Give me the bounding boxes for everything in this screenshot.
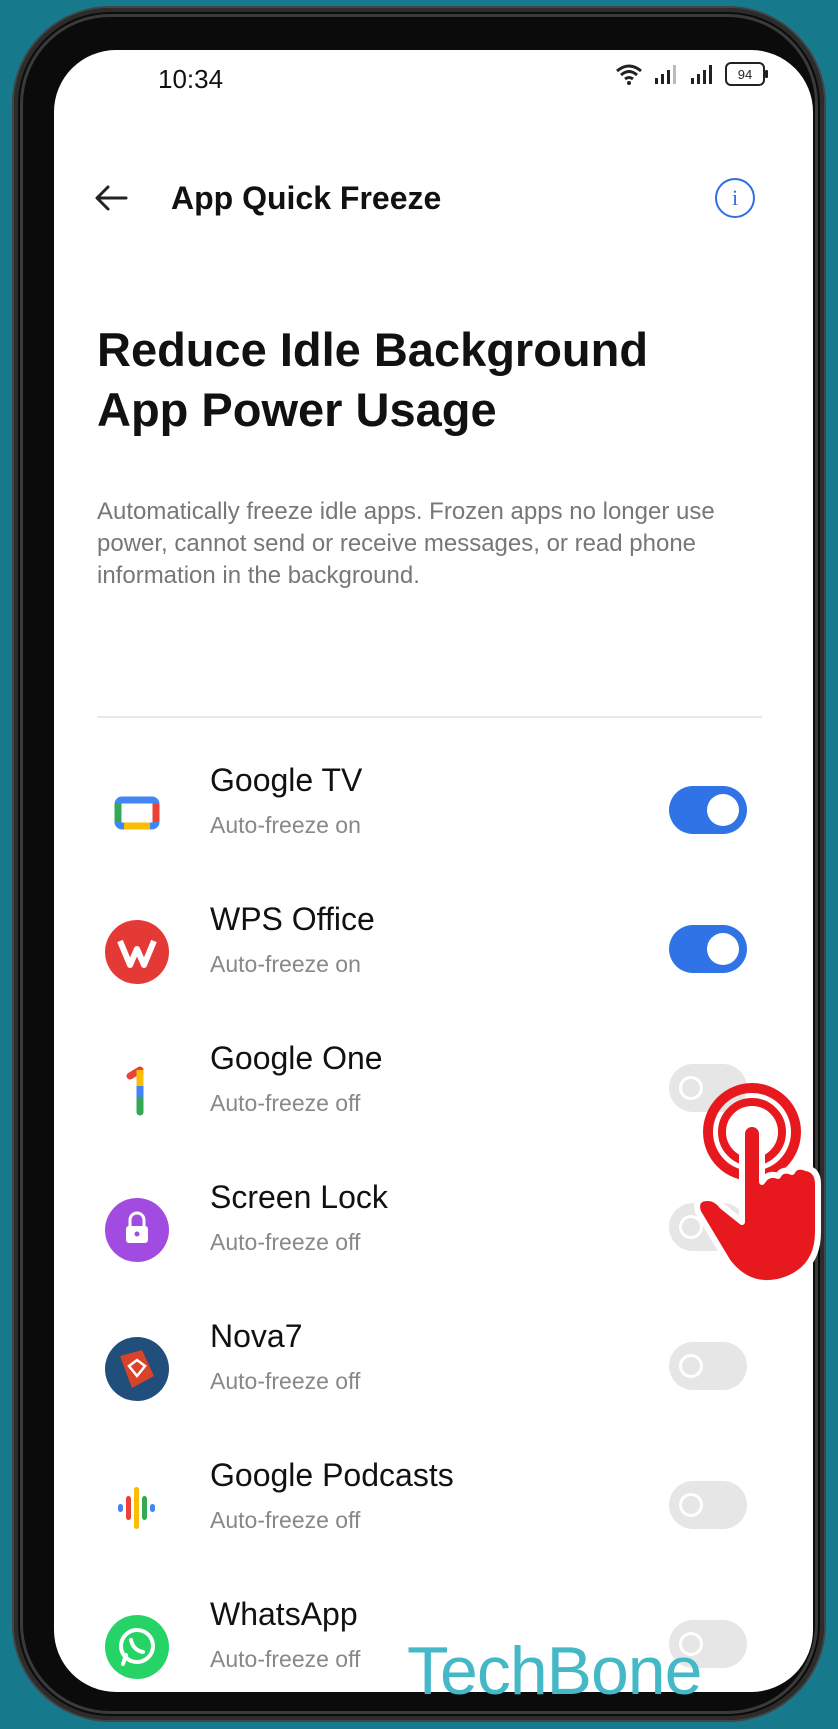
phone-screen: 10:34 94 App Quick Freeze i Reduce Idle … (54, 50, 813, 1692)
app-status: Auto-freeze on (210, 951, 361, 977)
nova7-icon (105, 1337, 169, 1401)
app-name: WPS Office (210, 901, 375, 937)
signal-icon-2 (691, 65, 712, 84)
auto-freeze-toggle[interactable] (669, 1481, 747, 1529)
tap-pointer-icon (694, 1083, 821, 1286)
status-bar: 10:34 94 (54, 50, 813, 120)
signal-icon (655, 65, 676, 84)
page-title: App Quick Freeze (171, 180, 442, 216)
app-name: Nova7 (210, 1318, 303, 1354)
google-one-icon (126, 1066, 144, 1116)
battery-icon: 94 (725, 62, 768, 86)
auto-freeze-toggle[interactable] (669, 786, 747, 834)
list-item[interactable]: Google TV Auto-freeze on (54, 750, 813, 870)
google-tv-icon (114, 796, 160, 830)
app-name: Screen Lock (210, 1179, 388, 1215)
app-status: Auto-freeze off (210, 1507, 361, 1533)
status-icons: 94 (615, 62, 768, 86)
wps-office-icon (105, 920, 169, 984)
watermark-logo: TechBone (407, 1633, 702, 1709)
app-status: Auto-freeze off (210, 1646, 361, 1672)
info-icon[interactable]: i (715, 178, 755, 218)
auto-freeze-toggle[interactable] (669, 925, 747, 973)
list-item[interactable]: WPS Office Auto-freeze on (54, 889, 813, 1009)
app-status: Auto-freeze on (210, 812, 361, 838)
app-status: Auto-freeze off (210, 1090, 361, 1116)
headline: Reduce Idle Background App Power Usage (97, 323, 649, 436)
auto-freeze-toggle[interactable] (669, 1342, 747, 1390)
app-name: Google One (210, 1040, 383, 1076)
wifi-icon (616, 64, 642, 85)
google-podcasts-icon (118, 1487, 155, 1529)
app-name: Google TV (210, 762, 363, 798)
divider (97, 716, 762, 718)
description: Automatically freeze idle apps. Frozen a… (97, 498, 715, 589)
whatsapp-icon (105, 1615, 169, 1679)
app-status: Auto-freeze off (210, 1229, 361, 1255)
list-item[interactable]: Nova7 Auto-freeze off (54, 1306, 813, 1426)
app-status: Auto-freeze off (210, 1368, 361, 1394)
status-time: 10:34 (158, 64, 224, 94)
app-name: WhatsApp (210, 1596, 358, 1632)
screen-lock-icon (105, 1198, 169, 1262)
app-bar: App Quick Freeze i (54, 160, 813, 240)
app-name: Google Podcasts (210, 1457, 454, 1493)
list-item[interactable]: Google Podcasts Auto-freeze off (54, 1445, 813, 1565)
back-arrow-icon[interactable] (92, 178, 132, 218)
